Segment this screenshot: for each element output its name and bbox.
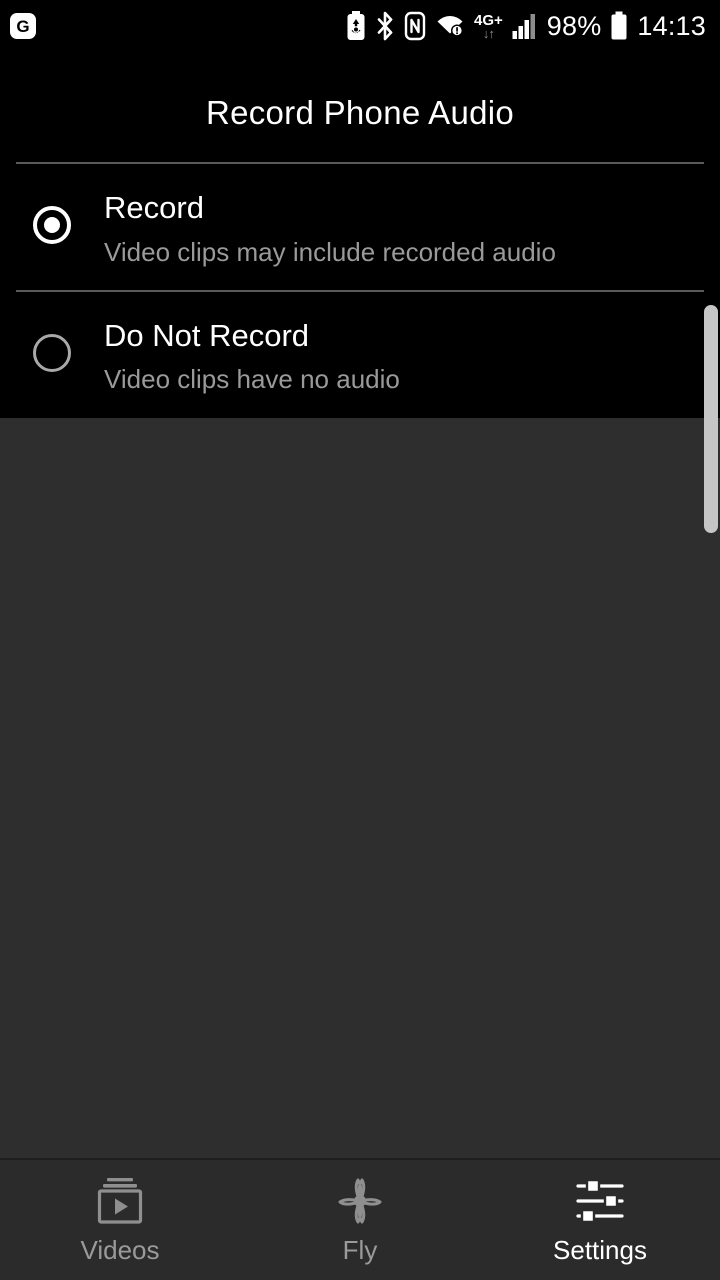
- status-bar-left: G: [10, 13, 36, 39]
- clock-label: 14:13: [637, 11, 706, 42]
- signal-bars-icon: [512, 11, 538, 41]
- battery-percent-label: 98%: [547, 11, 602, 42]
- nav-label-settings: Settings: [553, 1235, 647, 1266]
- option-do-not-record-title: Do Not Record: [104, 318, 400, 355]
- wifi-warning-icon: [435, 11, 465, 41]
- g-app-badge-icon: G: [10, 13, 36, 39]
- bluetooth-icon: [375, 11, 395, 41]
- option-do-not-record-subtitle: Video clips have no audio: [104, 364, 400, 395]
- status-bar: G: [0, 0, 720, 52]
- empty-content-area: [0, 418, 720, 1158]
- scrollbar-thumb[interactable]: [704, 305, 718, 533]
- option-do-not-record-text: Do Not Record Video clips have no audio: [104, 318, 400, 396]
- nav-item-fly[interactable]: Fly: [240, 1160, 480, 1280]
- option-do-not-record[interactable]: Do Not Record Video clips have no audio: [0, 292, 720, 418]
- video-library-icon: [92, 1175, 148, 1227]
- radio-cell-record[interactable]: [0, 190, 104, 244]
- data-transfer-arrows: ↓↑: [483, 27, 494, 40]
- battery-saver-icon: [346, 11, 366, 41]
- option-record-text: Record Video clips may include recorded …: [104, 190, 556, 268]
- nav-label-fly: Fly: [343, 1235, 378, 1266]
- nav-item-videos[interactable]: Videos: [0, 1160, 240, 1280]
- status-bar-right: 4G+ ↓↑ 98% 14:13: [346, 11, 706, 42]
- radio-button-record[interactable]: [33, 206, 71, 244]
- nav-item-settings[interactable]: Settings: [480, 1160, 720, 1280]
- option-record-title: Record: [104, 190, 556, 227]
- option-record-subtitle: Video clips may include recorded audio: [104, 237, 556, 268]
- page-title: Record Phone Audio: [0, 52, 720, 162]
- nav-label-videos: Videos: [80, 1235, 159, 1266]
- mobile-data-4gplus-icon: 4G+ ↓↑: [474, 13, 503, 40]
- propeller-icon: [332, 1175, 388, 1227]
- radio-button-do-not-record[interactable]: [33, 334, 71, 372]
- option-record[interactable]: Record Video clips may include recorded …: [0, 164, 720, 290]
- nfc-icon: [404, 11, 426, 41]
- app-screen: G: [0, 0, 720, 1280]
- settings-panel: Record Phone Audio Record Video clips ma…: [0, 52, 720, 418]
- sliders-icon: [570, 1175, 630, 1227]
- battery-icon: [610, 11, 628, 41]
- radio-cell-do-not-record[interactable]: [0, 318, 104, 372]
- bottom-navigation-bar: Videos Fly: [0, 1158, 720, 1280]
